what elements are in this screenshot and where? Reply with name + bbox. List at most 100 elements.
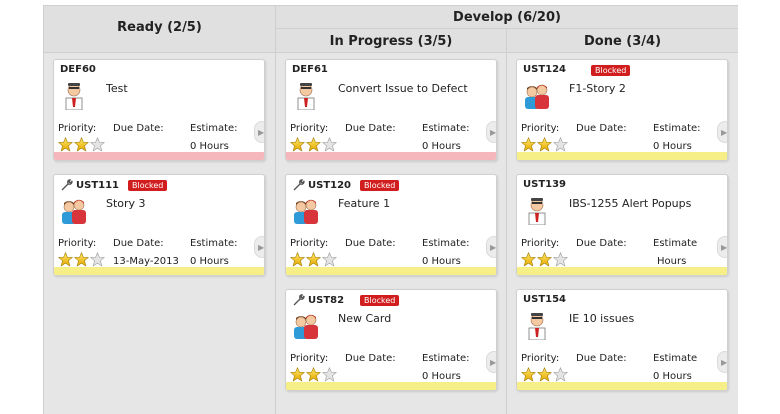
due-date-label: Due Date:: [345, 238, 396, 249]
due-date-label: Due Date:: [345, 353, 396, 364]
star-filled-icon[interactable]: [306, 367, 321, 382]
due-date-label: Due Date:: [576, 123, 627, 134]
card-id: UST82: [292, 294, 344, 306]
star-filled-icon[interactable]: [537, 367, 552, 382]
team-avatar-icon: [523, 80, 551, 110]
wrench-icon: [292, 294, 305, 306]
priority-stars[interactable]: [521, 137, 569, 152]
priority-stars[interactable]: [290, 252, 338, 267]
card-ust111[interactable]: UST111 Blocked Story 3 Priority: Due Dat…: [53, 174, 265, 276]
priority-stars[interactable]: [290, 367, 338, 382]
star-filled-icon[interactable]: [58, 137, 73, 152]
card-type-bar: [517, 152, 727, 160]
expand-arrow-icon[interactable]: ▶: [486, 236, 496, 258]
star-filled-icon[interactable]: [521, 137, 536, 152]
priority-label: Priority:: [521, 123, 560, 134]
blocked-badge: Blocked: [360, 180, 400, 191]
expand-arrow-icon[interactable]: ▶: [254, 236, 264, 258]
card-ust124[interactable]: UST124 Blocked F1-Story 2 Priority: Due …: [516, 59, 728, 161]
expand-arrow-icon[interactable]: ▶: [717, 121, 727, 143]
star-filled-icon[interactable]: [306, 137, 321, 152]
star-filled-icon[interactable]: [58, 252, 73, 267]
expand-arrow-icon[interactable]: ▶: [717, 236, 727, 258]
header-divider: [276, 28, 738, 29]
card-id: UST111: [60, 179, 119, 191]
card-type-bar: [54, 152, 264, 160]
card-type-bar: [286, 152, 496, 160]
blocked-badge: Blocked: [128, 180, 168, 191]
priority-stars[interactable]: [521, 367, 569, 382]
estimate-value: 0 Hours: [653, 371, 692, 382]
priority-label: Priority:: [290, 238, 329, 249]
card-id: DEF61: [292, 64, 328, 75]
card-type-bar: [286, 382, 496, 390]
star-filled-icon[interactable]: [290, 367, 305, 382]
star-filled-icon[interactable]: [290, 252, 305, 267]
wrench-icon: [292, 179, 305, 191]
star-empty-icon[interactable]: [90, 252, 105, 267]
column-separator: [275, 6, 276, 414]
priority-stars[interactable]: [290, 137, 338, 152]
card-title: Feature 1: [338, 197, 391, 210]
blocked-badge: Blocked: [360, 295, 400, 306]
star-filled-icon[interactable]: [306, 252, 321, 267]
estimate-label: Estimate:: [422, 353, 470, 364]
column-header-develop[interactable]: Develop (6/20): [276, 10, 738, 25]
card-ust154[interactable]: UST154 IE 10 issues Priority: Due Date: …: [516, 289, 728, 391]
star-filled-icon[interactable]: [74, 137, 89, 152]
expand-arrow-icon[interactable]: ▶: [254, 121, 264, 143]
star-empty-icon[interactable]: [553, 137, 568, 152]
card-ust82[interactable]: UST82 Blocked New Card Priority: Due Dat…: [285, 289, 497, 391]
estimate-label: Estimate: [653, 238, 698, 249]
user-avatar-icon: [60, 80, 88, 110]
card-id: UST124: [523, 64, 567, 75]
star-empty-icon[interactable]: [553, 367, 568, 382]
card-title: Story 3: [106, 197, 146, 210]
expand-arrow-icon[interactable]: ▶: [486, 351, 496, 373]
card-type-bar: [517, 382, 727, 390]
due-date-label: Due Date:: [113, 238, 164, 249]
star-empty-icon[interactable]: [90, 137, 105, 152]
estimate-value: 0 Hours: [422, 256, 461, 267]
estimate-value: Hours: [657, 256, 687, 267]
star-filled-icon[interactable]: [290, 137, 305, 152]
priority-stars[interactable]: [58, 252, 106, 267]
card-title: Convert Issue to Defect: [338, 82, 468, 95]
star-filled-icon[interactable]: [537, 137, 552, 152]
card-type-bar: [286, 267, 496, 275]
user-avatar-icon: [523, 195, 551, 225]
card-id: UST154: [523, 294, 567, 305]
estimate-label: Estimate:: [422, 238, 470, 249]
card-ust120[interactable]: UST120 Blocked Feature 1 Priority: Due D…: [285, 174, 497, 276]
card-def61[interactable]: DEF61 Convert Issue to Defect Priority: …: [285, 59, 497, 161]
estimate-value: 0 Hours: [653, 141, 692, 152]
card-title: F1-Story 2: [569, 82, 626, 95]
star-filled-icon[interactable]: [537, 252, 552, 267]
team-avatar-icon: [292, 310, 320, 340]
team-avatar-icon: [292, 195, 320, 225]
card-def60[interactable]: DEF60 Test Priority: Due Date: Estimate:…: [53, 59, 265, 161]
estimate-label: Estimate:: [190, 238, 238, 249]
star-empty-icon[interactable]: [322, 252, 337, 267]
priority-stars[interactable]: [58, 137, 106, 152]
wrench-icon: [60, 179, 73, 191]
star-empty-icon[interactable]: [322, 137, 337, 152]
card-title: IE 10 issues: [569, 312, 635, 325]
star-filled-icon[interactable]: [521, 252, 536, 267]
column-header-done[interactable]: Done (3/4): [507, 34, 738, 49]
star-filled-icon[interactable]: [74, 252, 89, 267]
column-header-in-progress[interactable]: In Progress (3/5): [276, 34, 506, 49]
card-type-bar: [54, 267, 264, 275]
user-avatar-icon: [523, 310, 551, 340]
estimate-label: Estimate:: [653, 123, 701, 134]
expand-arrow-icon[interactable]: ▶: [717, 351, 727, 373]
card-title: New Card: [338, 312, 392, 325]
card-ust139[interactable]: UST139 IBS-1255 Alert Popups Priority: D…: [516, 174, 728, 276]
priority-label: Priority:: [290, 123, 329, 134]
star-filled-icon[interactable]: [521, 367, 536, 382]
priority-stars[interactable]: [521, 252, 569, 267]
star-empty-icon[interactable]: [553, 252, 568, 267]
star-empty-icon[interactable]: [322, 367, 337, 382]
expand-arrow-icon[interactable]: ▶: [486, 121, 496, 143]
column-header-ready[interactable]: Ready (2/5): [44, 20, 275, 35]
